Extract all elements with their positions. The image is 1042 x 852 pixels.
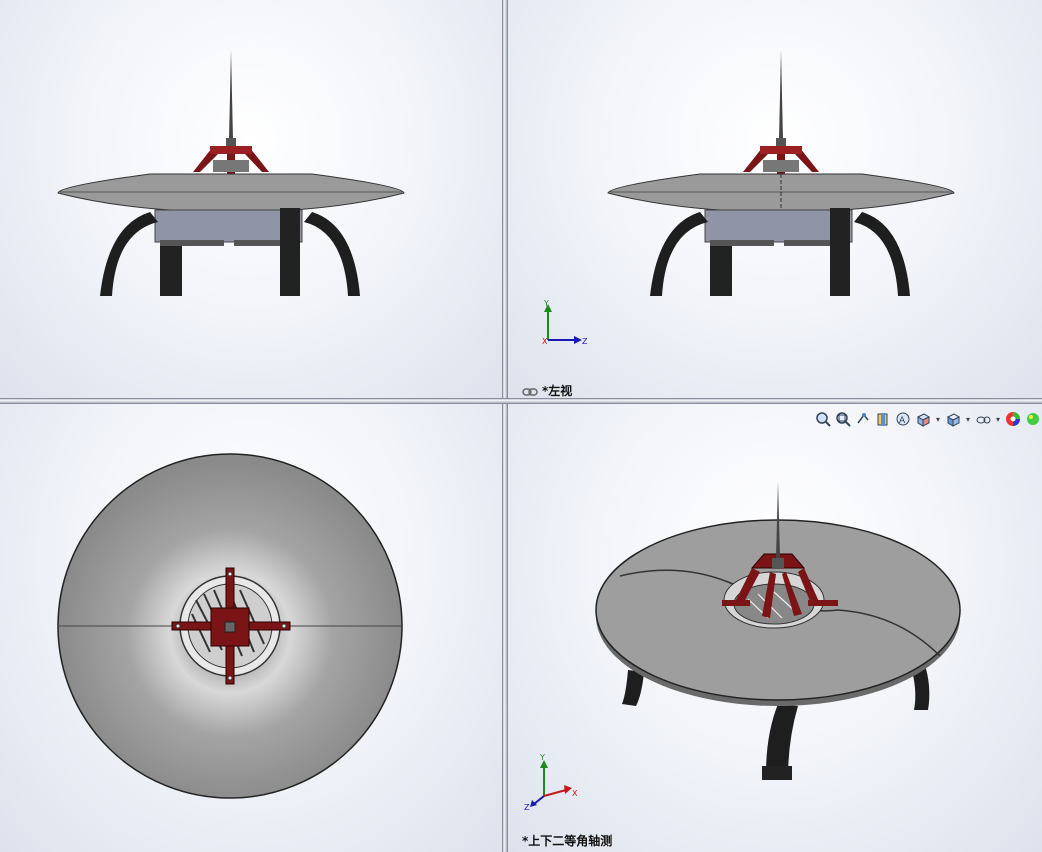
viewport-left[interactable]: Y Z X *左视 [508,0,1042,398]
model-isometric-view [595,482,961,780]
triad-y-label: Y [539,753,545,762]
view-name-isometric: *上下二等角轴测 [522,834,613,848]
viewport-isometric[interactable]: A ▾ ▾ ▾ Y X Z *上下二等角轴测 [508,404,1042,852]
view-label-text: *左视 [542,384,573,398]
model-front-view [57,50,405,296]
coordinate-triad-left: Y Z X [542,299,588,346]
triad-z-label: Z [582,337,588,346]
triad-y-label: Y [543,299,549,308]
triad-x-label: X [542,337,548,346]
coordinate-triad-isometric: Y X Z [524,753,578,810]
model-top-view [57,453,403,799]
triad-z-label: Z [524,803,530,810]
viewport-front[interactable] [0,0,502,398]
viewport-top[interactable] [0,404,502,852]
viewport-splitter-horizontal[interactable] [0,398,1042,404]
view-name-left: *左视 [522,382,572,398]
model-left-view [607,50,955,296]
triad-x-label: X [572,789,578,798]
viewport-splitter-vertical[interactable] [502,0,508,852]
view-link-icon [522,387,538,396]
